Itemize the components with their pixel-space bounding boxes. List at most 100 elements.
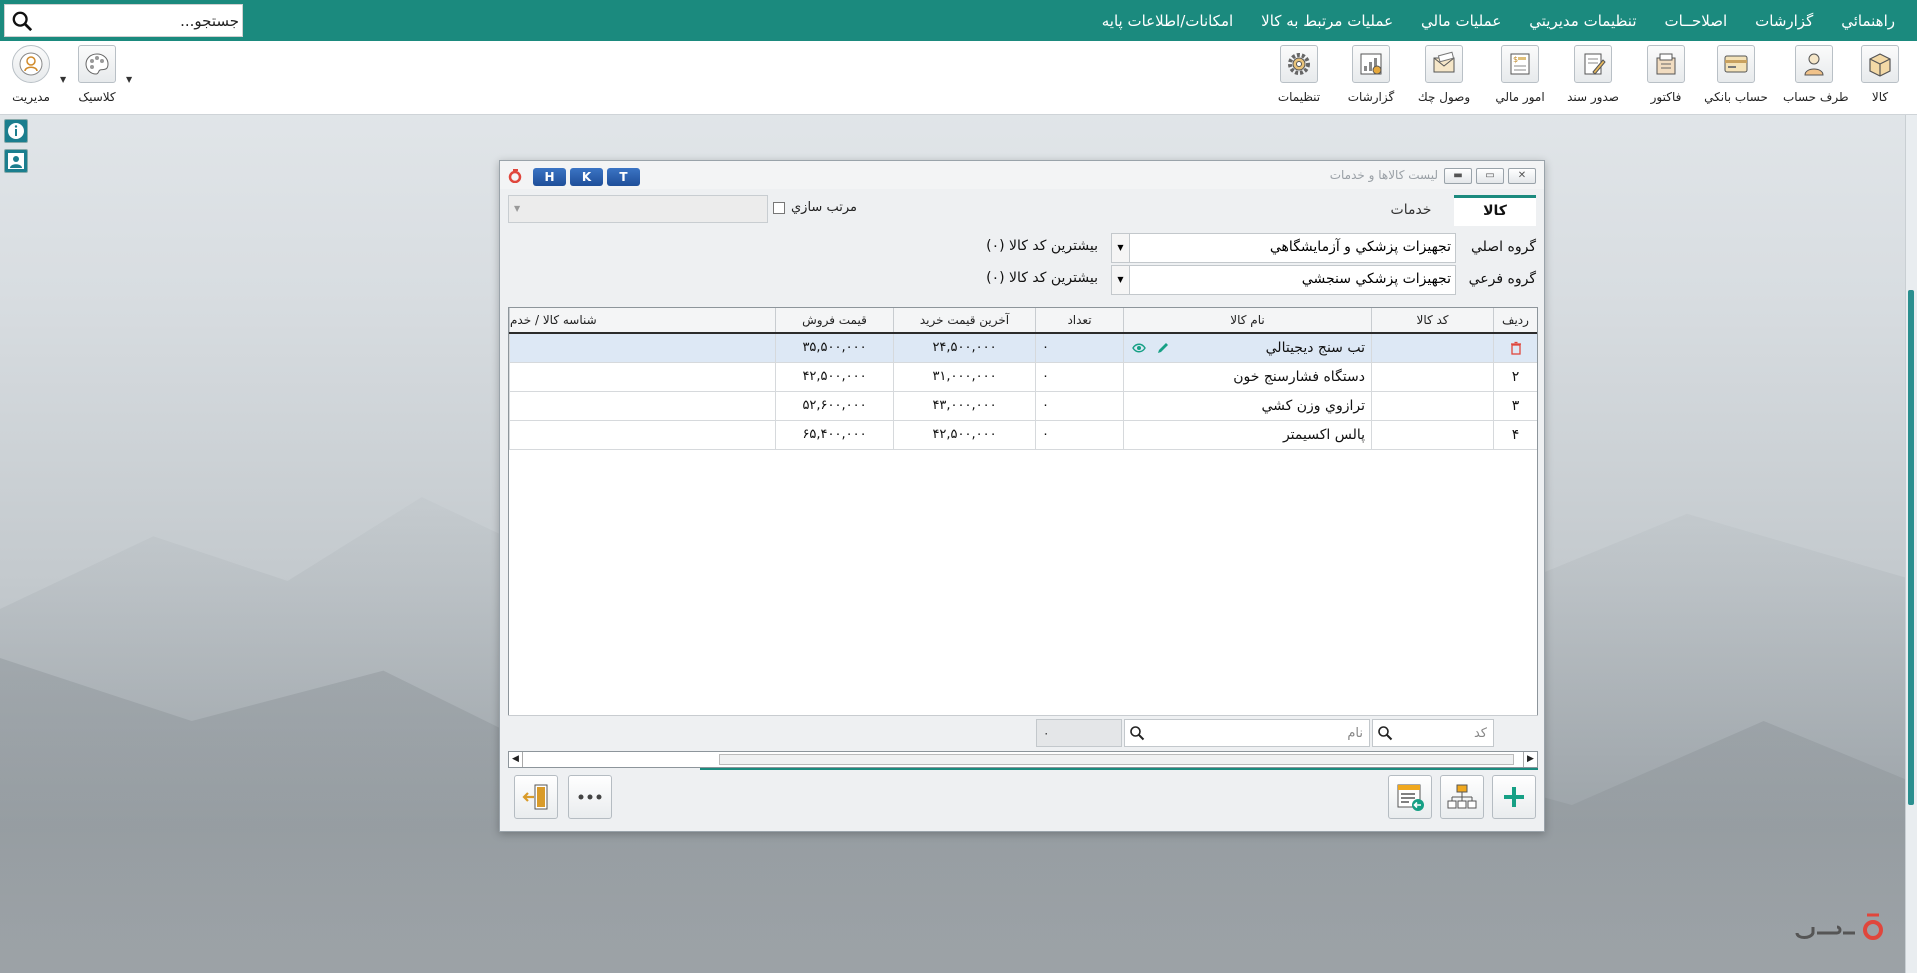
- table-horizontal-scrollbar[interactable]: ◀ ▶: [508, 751, 1538, 768]
- row-goods-id: [509, 363, 775, 391]
- svg-text:$: $: [1513, 55, 1518, 64]
- tab-services[interactable]: خدمات: [1370, 195, 1452, 226]
- row-name-text: تب سنج ديجيتالي: [1265, 340, 1365, 356]
- name-filter-input[interactable]: [1125, 720, 1369, 746]
- hierarchy-button[interactable]: [1440, 775, 1484, 819]
- close-button[interactable]: ✕: [1508, 168, 1536, 184]
- user-avatar-icon: [12, 45, 50, 83]
- menu-management-settings[interactable]: تنظيمات مديريتي: [1515, 12, 1650, 30]
- dialog-titlebar[interactable]: H K T ليست کالاها و خدمات ▬ ▭ ✕: [500, 161, 1544, 189]
- toolbar-reports-button[interactable]: گزارشات: [1340, 45, 1402, 111]
- envelope-icon: [1425, 45, 1463, 83]
- main-group-select[interactable]: تجهيزات پزشکي و آزمايشگاهي ▼: [1111, 233, 1456, 263]
- user-profile-button[interactable]: [4, 149, 28, 173]
- menu-corrections[interactable]: اصلاحــات: [1651, 12, 1742, 30]
- add-button[interactable]: [1492, 775, 1536, 819]
- col-name[interactable]: نام کالا: [1123, 308, 1371, 332]
- delete-row-button[interactable]: [1493, 334, 1537, 362]
- hotkey-k-button[interactable]: K: [570, 168, 603, 186]
- toolbar-settings-label: تنظيمات: [1277, 90, 1321, 104]
- toolbar-settings-button[interactable]: تنظيمات: [1268, 45, 1330, 111]
- sort-checkbox[interactable]: [773, 201, 785, 214]
- toolbar-account-party-button[interactable]: طرف حساب: [1783, 45, 1849, 111]
- exit-button[interactable]: [514, 775, 558, 819]
- search-icon[interactable]: [11, 10, 33, 32]
- menu-help[interactable]: راهنمائي: [1827, 12, 1909, 30]
- row-sell: ۶۵,۴۰۰,۰۰۰: [775, 421, 893, 449]
- toolbar-financial-affairs-button[interactable]: $ امور مالي: [1489, 45, 1551, 111]
- toolbar-classic-theme-button[interactable]: کلاسیک: [66, 45, 128, 111]
- palette-icon: [78, 45, 116, 83]
- toolbar-kala-button[interactable]: کالا: [1849, 45, 1911, 111]
- sort-toggle[interactable]: مرتب سازي: [773, 200, 857, 215]
- toolbar-check-receipt-button[interactable]: وصول چك: [1409, 45, 1479, 111]
- desktop-vertical-scrollbar[interactable]: [1905, 115, 1917, 973]
- chart-report-icon: [1352, 45, 1390, 83]
- toolbar-bank-account-label: حساب بانکي: [1704, 90, 1768, 104]
- list-import-icon: [1397, 784, 1424, 811]
- table-row[interactable]: ۲ دستگاه فشارسنج خون ۰ ۳۱,۰۰۰,۰۰۰ ۴۲,۵۰۰…: [509, 363, 1537, 392]
- row-goods-id: [509, 334, 775, 362]
- management-dropdown-caret[interactable]: ▼: [60, 75, 66, 84]
- scrollbar-thumb[interactable]: [719, 754, 1514, 765]
- row-sell: ۵۲,۶۰۰,۰۰۰: [775, 392, 893, 420]
- hotkey-h-button[interactable]: H: [533, 168, 566, 186]
- col-code[interactable]: کد کالا: [1371, 308, 1493, 332]
- toolbar-management-button[interactable]: مدیریت: [0, 45, 62, 111]
- menu-reports[interactable]: گزارشات: [1741, 12, 1827, 30]
- scroll-left-arrow-icon[interactable]: ◀: [509, 752, 523, 767]
- hotkey-t-button[interactable]: T: [607, 168, 640, 186]
- info-button[interactable]: [4, 119, 28, 143]
- goods-table: رديف کد کالا نام کالا تعداد آخرين قيمت خ…: [508, 307, 1538, 737]
- row-count: ۰: [1035, 392, 1123, 420]
- classic-dropdown-caret[interactable]: ▼: [126, 75, 132, 84]
- chevron-down-icon[interactable]: ▼: [1112, 266, 1130, 294]
- row-name: تب سنج ديجيتالي: [1123, 334, 1371, 362]
- table-row[interactable]: تب سنج ديجيتالي ۰ ۲۴,۵۰۰,۰۰۰ ۳۵,۵۰۰,۰۰۰: [509, 334, 1537, 363]
- sub-group-select[interactable]: تجهيزات پزشکي سنجشي ▼: [1111, 265, 1456, 295]
- minimize-button[interactable]: ▬: [1444, 168, 1472, 184]
- main-group-value: تجهيزات پزشکي و آزمايشگاهي: [1269, 239, 1451, 255]
- table-row[interactable]: ۳ ترازوي وزن کشي ۰ ۴۳,۰۰۰,۰۰۰ ۵۲,۶۰۰,۰۰۰: [509, 392, 1537, 421]
- chevron-down-icon[interactable]: ▼: [1112, 234, 1130, 262]
- maximize-icon: ▭: [1485, 170, 1495, 181]
- code-filter[interactable]: [1372, 719, 1494, 747]
- menu-goods-ops[interactable]: عمليات مرتبط به کالا: [1247, 12, 1407, 30]
- pencil-icon[interactable]: [1156, 341, 1170, 355]
- col-goods-id[interactable]: شناسه کالا / خدم: [509, 308, 775, 332]
- tab-kala[interactable]: کالا: [1454, 195, 1536, 226]
- sub-group-row: گروه فرعي تجهيزات پزشکي سنجشي ▼ بيشترين …: [512, 265, 1536, 295]
- user-card-icon: [8, 153, 24, 169]
- import-list-button[interactable]: [1388, 775, 1432, 819]
- col-sell-price[interactable]: قيمت فروش: [775, 308, 893, 332]
- menu-financial-ops[interactable]: عمليات مالي: [1407, 12, 1515, 30]
- name-filter[interactable]: [1124, 719, 1370, 747]
- col-last-buy-price[interactable]: آخرين قيمت خريد: [893, 308, 1035, 332]
- row-name: پالس اکسيمتر: [1123, 421, 1371, 449]
- top-menu-bar: امکانات/اطلاعات پايه عمليات مرتبط به کال…: [0, 0, 1917, 41]
- row-sell: ۳۵,۵۰۰,۰۰۰: [775, 334, 893, 362]
- search-input[interactable]: [39, 5, 239, 36]
- toolbar-bank-account-button[interactable]: حساب بانکي: [1698, 45, 1774, 111]
- more-options-button[interactable]: [568, 775, 612, 819]
- count-total: ۰: [1036, 719, 1122, 747]
- chevron-down-icon: ▼: [514, 204, 521, 213]
- eye-icon[interactable]: [1132, 341, 1146, 355]
- toolbar-financial-affairs-label: امور مالي: [1495, 90, 1545, 104]
- goods-list-dialog: H K T ليست کالاها و خدمات ▬ ▭ ✕ کالا خدم…: [499, 160, 1545, 832]
- toolbar-classic-theme-label: کلاسیک: [78, 90, 116, 104]
- table-row[interactable]: ۴ پالس اکسيمتر ۰ ۴۲,۵۰۰,۰۰۰ ۶۵,۴۰۰,۰۰۰: [509, 421, 1537, 450]
- scroll-right-arrow-icon[interactable]: ▶: [1523, 752, 1537, 767]
- toolbar-account-party-label: طرف حساب: [1783, 90, 1849, 104]
- menu-base-info[interactable]: امکانات/اطلاعات پايه: [1088, 12, 1247, 30]
- search-icon: [1378, 726, 1393, 741]
- ellipsis-icon: [578, 794, 602, 800]
- col-count[interactable]: تعداد: [1035, 308, 1123, 332]
- sort-select[interactable]: ▼: [508, 195, 768, 223]
- scrollbar-thumb[interactable]: [1908, 290, 1914, 805]
- toolbar-issue-document-button[interactable]: صدور سند: [1562, 45, 1624, 111]
- maximize-button[interactable]: ▭: [1476, 168, 1504, 184]
- col-radif[interactable]: رديف: [1493, 308, 1537, 332]
- toolbar-invoice-button[interactable]: فاکتور: [1635, 45, 1697, 111]
- ribbon-toolbar: کالا طرف حساب حساب بانکي فاکتور صدور سند…: [0, 41, 1917, 115]
